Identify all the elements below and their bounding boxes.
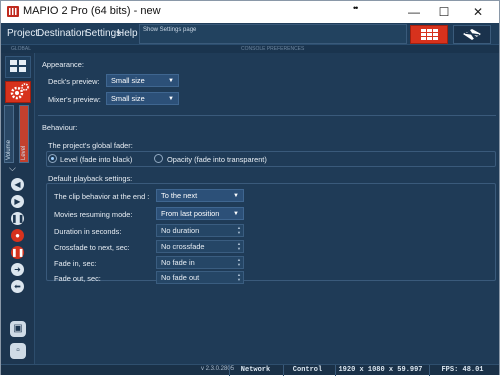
- gear-icon: [10, 83, 29, 100]
- menu-help[interactable]: Help: [117, 28, 138, 39]
- preferences-panel: Appearance: Deck's preview: Small size ▼ …: [36, 53, 499, 364]
- app-logo-icon: [7, 6, 19, 17]
- mixer-preview-select[interactable]: Small size ▼: [106, 92, 179, 105]
- resolution-status: 1920 x 1080 x 59.997: [335, 365, 425, 376]
- pause-icon[interactable]: ❚❚: [11, 212, 24, 225]
- console-view-button[interactable]: [410, 25, 448, 44]
- spin-arrows-icon[interactable]: ▲ ▼: [237, 272, 241, 282]
- fade-in-label: Fade in, sec:: [54, 259, 97, 268]
- behaviour-heading: Behaviour:: [42, 123, 78, 132]
- media-icon[interactable]: ▫: [10, 343, 26, 359]
- checker-grid-icon: [463, 29, 481, 40]
- network-status-button[interactable]: Network: [229, 365, 281, 376]
- control-status-button[interactable]: Control: [283, 365, 331, 376]
- fader-opacity-radio[interactable]: [154, 154, 163, 163]
- spin-arrows-icon[interactable]: ▲ ▼: [237, 257, 241, 267]
- duration-label: Duration in seconds:: [54, 227, 122, 236]
- fade-out-label: Fade out, sec:: [54, 274, 101, 283]
- resume-mode-select[interactable]: From last position ▼: [156, 207, 244, 220]
- console-preferences-label: CONSOLE PREFERENCES: [241, 46, 305, 52]
- global-label: GLOBAL: [11, 46, 32, 52]
- deck-preview-label: Deck's preview:: [48, 77, 100, 86]
- fader-opacity-label[interactable]: Opacity (fade into transparent): [167, 155, 267, 164]
- record-icon[interactable]: ●: [11, 229, 24, 242]
- duration-spinbox[interactable]: No duration ▲ ▼: [156, 224, 244, 237]
- window-title: MAPIO 2 Pro (64 bits) - new: [23, 5, 161, 17]
- appearance-heading: Appearance:: [42, 60, 84, 69]
- mapping-view-button[interactable]: [453, 25, 491, 44]
- mixer-preview-label: Mixer's preview:: [48, 95, 101, 104]
- settings-button[interactable]: [5, 81, 31, 103]
- link-icon[interactable]: ⌵: [9, 163, 16, 174]
- pause-all-icon[interactable]: ❚❚: [11, 246, 24, 259]
- volume-tab[interactable]: Volume: [4, 105, 14, 163]
- play-icon[interactable]: ▶: [11, 195, 24, 208]
- back-icon[interactable]: ⬅: [11, 280, 24, 293]
- level-tab[interactable]: Level: [19, 105, 29, 163]
- clip-behavior-select[interactable]: To the next ▼: [156, 189, 244, 202]
- crossfade-spinbox[interactable]: No crossfade ▲ ▼: [156, 240, 244, 253]
- sidebar: Volume Level ⌵ ◀ ▶ ❚❚ ● ❚❚ ➜ ⬅ ▣ ▫: [1, 53, 35, 364]
- menu-project[interactable]: Project: [7, 28, 38, 39]
- chevron-down-icon: ▼: [233, 211, 239, 217]
- chevron-down-icon: ▼: [233, 193, 239, 199]
- fader-level-radio[interactable]: [48, 154, 57, 163]
- fps-status: FPS: 48.01: [429, 365, 495, 376]
- fader-heading: The project's global fader:: [48, 141, 133, 150]
- crossfade-label: Crossfade to next, sec:: [54, 243, 130, 252]
- maximize-button[interactable]: ☐: [429, 3, 459, 21]
- menu-settings[interactable]: Settings: [85, 28, 121, 39]
- sub-header: GLOBAL CONSOLE PREFERENCES: [1, 45, 499, 53]
- chevron-down-icon: ▼: [168, 96, 174, 102]
- fade-in-spinbox[interactable]: No fade in ▲ ▼: [156, 256, 244, 269]
- resume-mode-label: Movies resuming mode:: [54, 210, 133, 219]
- minimize-button[interactable]: —: [399, 3, 429, 21]
- clip-behavior-label: The clip behavior at the end :: [54, 192, 150, 201]
- screen-capture-icon[interactable]: ▣: [10, 321, 26, 337]
- chevron-down-icon: ▼: [168, 78, 174, 84]
- app-window: MAPIO 2 Pro (64 bits) - new •• — ☐ ✕ Pro…: [0, 0, 500, 376]
- playback-heading: Default playback settings:: [48, 174, 133, 183]
- status-bar: v 2.3.0.2805 Network Control 1920 x 1080…: [1, 364, 499, 376]
- spin-arrows-icon[interactable]: ▲ ▼: [237, 241, 241, 251]
- forward-icon[interactable]: ➜: [11, 263, 24, 276]
- layout-icon: [10, 60, 26, 72]
- settings-tooltip: Show Settings page: [139, 24, 407, 44]
- divider: [38, 115, 496, 116]
- spin-arrows-icon[interactable]: ▲ ▼: [237, 225, 241, 235]
- grid-view-icon: [421, 29, 438, 40]
- previous-icon[interactable]: ◀: [11, 178, 24, 191]
- fader-level-label[interactable]: Level (fade into black): [60, 155, 132, 164]
- menu-destination[interactable]: Destination: [37, 28, 87, 39]
- menu-bar: Project Destination Settings Help Show S…: [1, 23, 499, 45]
- titlebar-dots-icon[interactable]: ••: [353, 3, 358, 13]
- deck-preview-select[interactable]: Small size ▼: [106, 74, 179, 87]
- close-button[interactable]: ✕: [463, 3, 493, 21]
- layout-button[interactable]: [5, 56, 31, 78]
- title-bar: MAPIO 2 Pro (64 bits) - new •• — ☐ ✕: [1, 1, 499, 23]
- fade-out-spinbox[interactable]: No fade out ▲ ▼: [156, 271, 244, 284]
